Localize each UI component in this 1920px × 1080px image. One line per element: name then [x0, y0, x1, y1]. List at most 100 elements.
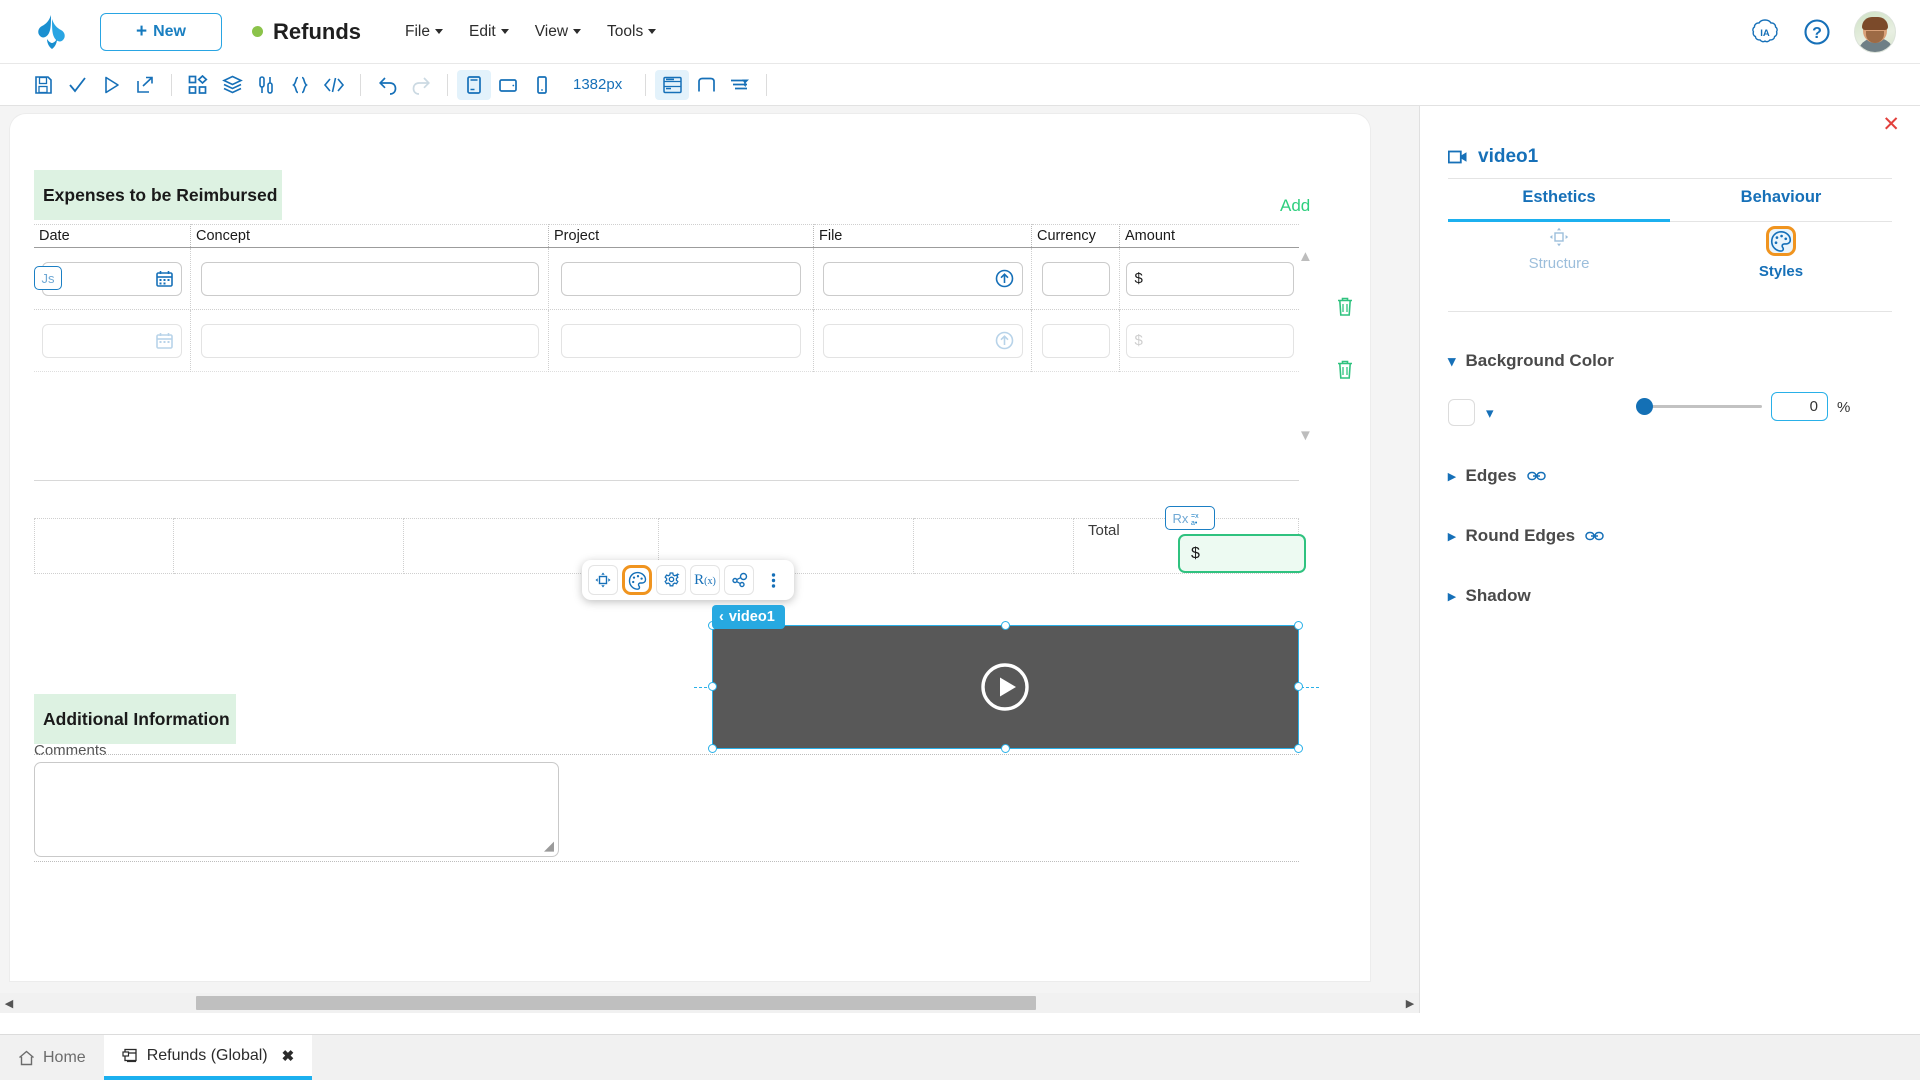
page-layout-icon[interactable]	[655, 69, 690, 100]
opacity-slider-knob[interactable]	[1636, 398, 1653, 415]
tab-esthetics[interactable]: Esthetics	[1448, 188, 1670, 222]
amount-input-2[interactable]: $	[1125, 323, 1294, 358]
validate-check-icon[interactable]	[60, 70, 94, 100]
ia-icon[interactable]: IA	[1750, 17, 1780, 47]
resize-handle-bl[interactable]	[708, 744, 717, 753]
resize-handle-mr[interactable]	[1294, 682, 1303, 691]
scrollbar-track[interactable]	[18, 996, 1401, 1010]
element-floating-toolbar[interactable]: R(x)	[582, 560, 794, 600]
design-canvas[interactable]: Expenses to be Reimbursed Add Date Conce…	[0, 106, 1419, 1013]
section-edges[interactable]: ▸ Edges	[1448, 466, 1546, 486]
chevron-down-icon[interactable]: ▾	[1486, 404, 1494, 422]
currency-input-2[interactable]	[1041, 323, 1110, 358]
export-share-icon[interactable]	[128, 70, 162, 100]
run-play-icon[interactable]	[94, 70, 128, 100]
topbar-right-group: IA ?	[1750, 10, 1896, 53]
code-tags-icon[interactable]	[317, 70, 351, 100]
opacity-input[interactable]: 0	[1771, 392, 1828, 421]
scroll-left-arrow[interactable]: ◀	[0, 997, 18, 1010]
resize-handle-br[interactable]	[1294, 744, 1303, 753]
resize-handle-ml[interactable]	[708, 682, 717, 691]
properties-panel: ✕ video1 Esthetics Behaviour Structure S…	[1419, 106, 1920, 1013]
new-button[interactable]: + New	[100, 12, 222, 51]
toolbar-divider	[645, 73, 647, 96]
menu-view[interactable]: View	[535, 23, 582, 41]
file-input-2[interactable]	[822, 323, 1023, 358]
undo-icon[interactable]	[370, 70, 404, 100]
video-selection[interactable]	[708, 621, 1303, 753]
selected-element-tag[interactable]: ‹ video1	[712, 605, 785, 629]
date-input-2[interactable]	[42, 323, 182, 358]
resize-handle-tc[interactable]	[1001, 621, 1010, 630]
total-value-field[interactable]: $	[1178, 534, 1306, 573]
form-filter-icon[interactable]	[723, 70, 757, 100]
scrollbar-thumb[interactable]	[196, 996, 1036, 1010]
date-input-1[interactable]	[42, 261, 182, 296]
table-row[interactable]: $	[34, 247, 1299, 310]
delete-row-button-1[interactable]	[1335, 296, 1355, 317]
opacity-slider-track[interactable]	[1642, 405, 1762, 408]
chevron-right-icon: ▸	[1448, 468, 1456, 485]
link-icon[interactable]	[1526, 470, 1546, 482]
canvas-horizontal-scrollbar[interactable]: ◀ ▶	[0, 993, 1419, 1013]
amount-input-1[interactable]: $	[1125, 261, 1294, 296]
delete-row-button-2[interactable]	[1335, 359, 1355, 380]
resize-handle-bc[interactable]	[1001, 744, 1010, 753]
redo-icon[interactable]	[404, 70, 438, 100]
gear-settings-icon[interactable]	[656, 565, 686, 595]
save-icon[interactable]	[26, 70, 60, 100]
bottom-tab-refunds[interactable]: Refunds (Global) ✖	[103, 1035, 313, 1080]
resize-grip-icon[interactable]: ◢	[544, 838, 554, 854]
section-shadow[interactable]: ▸ Shadow	[1448, 586, 1531, 606]
close-icon[interactable]: ✕	[1882, 114, 1900, 135]
concept-input-1[interactable]	[200, 261, 539, 296]
background-color-swatch[interactable]	[1448, 399, 1475, 426]
palette-styles-icon[interactable]	[622, 565, 652, 595]
scroll-right-arrow[interactable]: ▶	[1401, 997, 1419, 1010]
bonita-logo-icon[interactable]	[32, 12, 72, 52]
project-input-1[interactable]	[561, 261, 801, 296]
js-badge[interactable]: Js	[34, 266, 62, 290]
mode-structure[interactable]: Structure	[1448, 226, 1670, 286]
amount-value-1: $	[1134, 270, 1143, 287]
share-nodes-icon[interactable]	[724, 565, 754, 595]
help-icon[interactable]: ?	[1802, 17, 1832, 47]
tab-behaviour[interactable]: Behaviour	[1670, 188, 1892, 222]
bottom-tab-home-label: Home	[43, 1048, 86, 1066]
move-structure-icon[interactable]	[588, 565, 618, 595]
desktop-view-icon[interactable]	[457, 69, 491, 100]
comments-textarea[interactable]: ◢	[34, 762, 559, 857]
concept-input-2[interactable]	[200, 323, 539, 358]
rx-badge[interactable]: Rx =x a•	[1165, 506, 1215, 530]
variables-icon[interactable]	[249, 70, 283, 100]
section-edges-label: Edges	[1465, 466, 1517, 485]
close-tab-icon[interactable]: ✖	[282, 1047, 295, 1065]
menu-file[interactable]: File	[405, 23, 443, 41]
video-camera-icon	[1448, 150, 1467, 164]
menu-tools[interactable]: Tools	[607, 23, 657, 41]
resize-handle-tr[interactable]	[1294, 621, 1303, 630]
user-avatar[interactable]	[1854, 10, 1896, 53]
tablet-view-icon[interactable]	[491, 70, 525, 100]
more-vertical-icon[interactable]	[758, 565, 788, 595]
add-row-link[interactable]: Add	[1280, 196, 1310, 216]
bottom-tab-home[interactable]: Home	[0, 1035, 104, 1080]
file-input-1[interactable]	[822, 261, 1023, 296]
section-round-edges[interactable]: ▸ Round Edges	[1448, 526, 1604, 546]
project-input-2[interactable]	[561, 323, 801, 358]
container-icon[interactable]	[689, 70, 723, 100]
table-row[interactable]: $	[34, 309, 1299, 372]
menu-edit[interactable]: Edit	[469, 23, 509, 41]
currency-input-1[interactable]	[1041, 261, 1110, 296]
braces-icon[interactable]	[283, 70, 317, 100]
expression-rx-icon[interactable]: R(x)	[690, 565, 720, 595]
table-scroll-up-icon[interactable]: ▲	[1298, 248, 1313, 265]
table-scroll-down-icon[interactable]: ▼	[1298, 427, 1313, 444]
expenses-section-title: Expenses to be Reimbursed	[34, 170, 282, 220]
section-background-color[interactable]: ▾ Background Color	[1448, 351, 1614, 371]
mode-styles[interactable]: Styles	[1670, 226, 1892, 286]
link-icon[interactable]	[1585, 530, 1604, 542]
widgets-grid-icon[interactable]	[181, 70, 215, 100]
mobile-view-icon[interactable]	[525, 70, 559, 100]
layers-stack-icon[interactable]	[215, 70, 249, 100]
